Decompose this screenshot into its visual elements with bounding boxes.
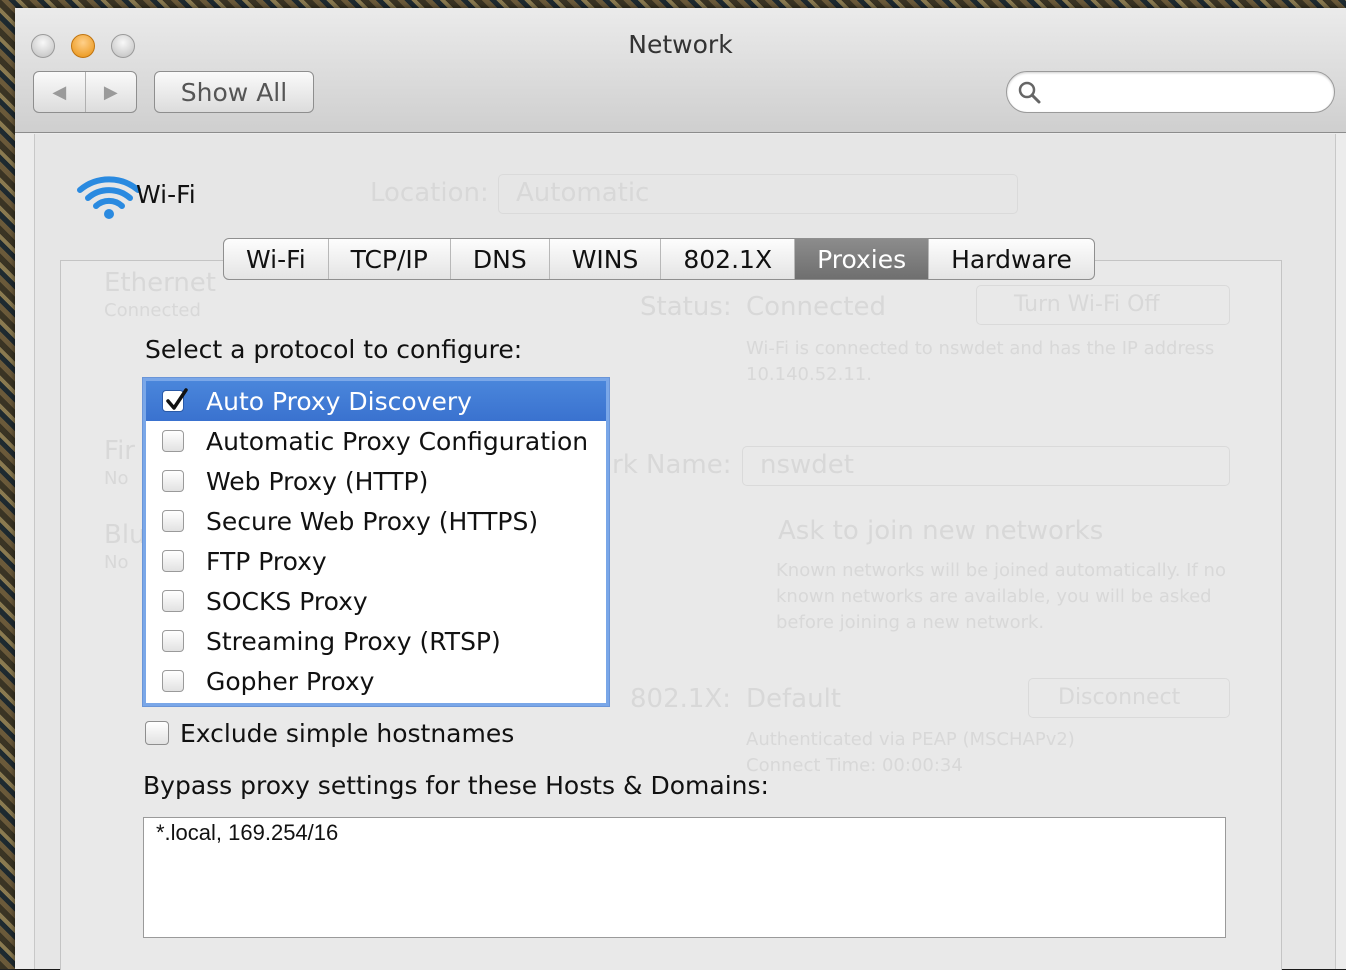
search-icon	[1018, 81, 1041, 104]
location-label: Location:	[370, 178, 489, 208]
sidebar-item-status: No	[104, 468, 129, 489]
protocol-label: Auto Proxy Discovery	[206, 386, 472, 416]
auth-detail: Authenticated via PEAP (MSCHAPv2)	[746, 729, 1075, 750]
protocol-checkbox[interactable]	[162, 470, 184, 492]
protocol-checkbox[interactable]	[162, 510, 184, 532]
sidebar-item-bluetooth: Blu	[104, 520, 146, 550]
protocol-label: Secure Web Proxy (HTTPS)	[206, 506, 539, 536]
exclude-simple-hostnames-checkbox[interactable]	[145, 721, 169, 745]
protocol-label: Automatic Proxy Configuration	[206, 426, 589, 456]
sidebar-item-status: No	[104, 552, 129, 573]
list-item[interactable]: Streaming Proxy (RTSP)	[146, 621, 606, 661]
settings-tabs: Wi-Fi TCP/IP DNS WINS 802.1X Proxies Har…	[223, 238, 1095, 280]
status-label: Status:	[640, 292, 732, 322]
turn-wifi-off-label: Turn Wi-Fi Off	[1014, 292, 1160, 317]
sidebar-item-firewire: Fir	[104, 436, 135, 466]
protocol-checkbox[interactable]	[162, 430, 184, 452]
select-protocol-label: Select a protocol to configure:	[145, 335, 523, 364]
tab-proxies[interactable]: Proxies	[795, 239, 930, 279]
status-value: Connected	[746, 292, 887, 322]
list-item[interactable]: Web Proxy (HTTP)	[146, 461, 606, 501]
list-item[interactable]: Automatic Proxy Configuration	[146, 421, 606, 461]
sidebar-item-status: Connected	[104, 300, 201, 321]
list-item[interactable]: Gopher Proxy	[146, 661, 606, 701]
protocol-checkbox[interactable]	[162, 630, 184, 652]
forward-arrow-icon[interactable]: ▶	[86, 72, 137, 112]
checkmark-icon	[166, 388, 188, 410]
tab-hardware[interactable]: Hardware	[929, 239, 1094, 279]
status-detail: Wi-Fi is connected to nswdet and has the…	[746, 338, 1215, 385]
show-all-button[interactable]: Show All	[154, 71, 314, 113]
tab-wifi[interactable]: Wi-Fi	[224, 239, 329, 279]
ask-join-detail: Known networks will be joined automatica…	[776, 560, 1226, 633]
exclude-simple-hostnames-label: Exclude simple hostnames	[180, 719, 515, 748]
search-input[interactable]	[1006, 71, 1335, 113]
protocol-checkbox[interactable]	[162, 388, 188, 412]
back-arrow-icon[interactable]: ◀	[34, 72, 86, 112]
sidebar-item-ethernet: Ethernet	[104, 268, 216, 298]
protocol-checkbox[interactable]	[162, 590, 184, 612]
dot1x-label: 802.1X:	[630, 684, 732, 714]
list-item[interactable]: Secure Web Proxy (HTTPS)	[146, 501, 606, 541]
list-item[interactable]: FTP Proxy	[146, 541, 606, 581]
toolbar: Network ◀ ▶ Show All	[15, 8, 1346, 133]
bypass-label: Bypass proxy settings for these Hosts & …	[143, 771, 769, 800]
list-item[interactable]: SOCKS Proxy	[146, 581, 606, 621]
bypass-hosts-field[interactable]: *.local, 169.254/16	[143, 817, 1226, 938]
network-name-value: nswdet	[760, 450, 854, 480]
tab-dns[interactable]: DNS	[451, 239, 550, 279]
protocol-label: Web Proxy (HTTP)	[206, 466, 429, 496]
tab-wins[interactable]: WINS	[550, 239, 662, 279]
tab-8021x[interactable]: 802.1X	[661, 239, 796, 279]
bypass-hosts-value: *.local, 169.254/16	[156, 820, 339, 845]
dot1x-value: Default	[746, 684, 841, 714]
ask-join-label: Ask to join new networks	[778, 516, 1104, 546]
protocol-label: Streaming Proxy (RTSP)	[206, 626, 501, 656]
protocol-checkbox[interactable]	[162, 670, 184, 692]
connect-time: Connect Time: 00:00:34	[746, 755, 963, 776]
tab-tcpip[interactable]: TCP/IP	[329, 239, 451, 279]
list-item[interactable]: Auto Proxy Discovery	[146, 381, 606, 421]
location-value: Automatic	[516, 178, 650, 208]
back-forward-control: ◀ ▶	[33, 71, 137, 113]
protocol-list: Auto Proxy Discovery Automatic Proxy Con…	[143, 378, 609, 706]
window-title: Network	[628, 30, 733, 59]
protocol-checkbox[interactable]	[162, 550, 184, 572]
protocol-label: FTP Proxy	[206, 546, 327, 576]
service-name: Wi-Fi	[136, 180, 196, 209]
disconnect-label: Disconnect	[1058, 685, 1181, 710]
protocol-label: SOCKS Proxy	[206, 586, 368, 616]
network-name-label: rk Name:	[612, 450, 732, 480]
protocol-label: Gopher Proxy	[206, 666, 375, 696]
